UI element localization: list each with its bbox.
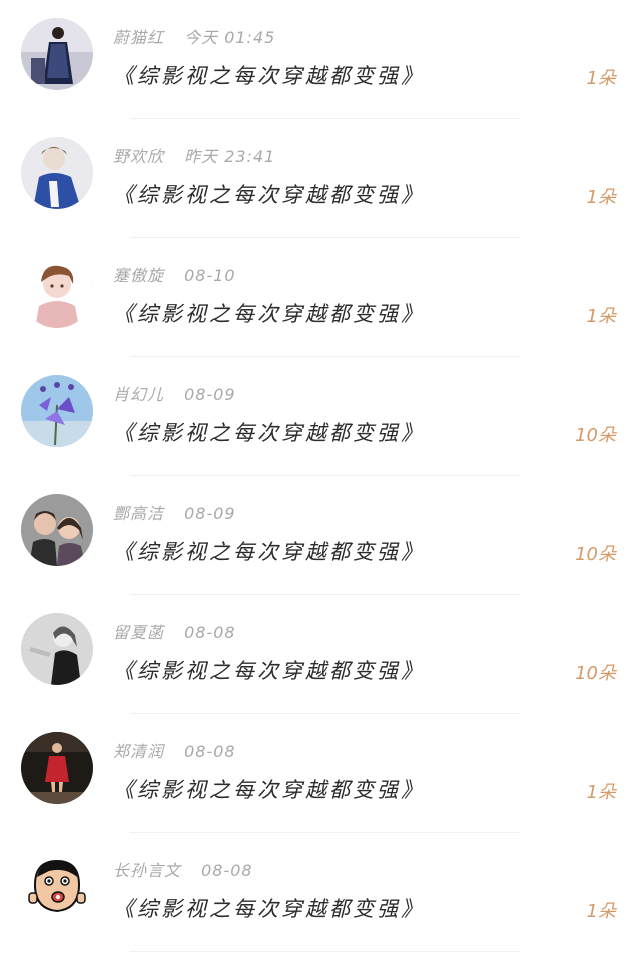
sender-name: 野欢欣 <box>113 147 165 166</box>
couple-selfie-avatar-icon <box>21 494 93 566</box>
list-item[interactable]: 长孙言文 08-08 《综影视之每次穿越都变强》 1朵 <box>0 833 640 952</box>
list-item[interactable]: 肖幻儿 08-09 《综影视之每次穿越都变强》 10朵 <box>0 357 640 476</box>
flower-count: 1朵 <box>586 68 616 89</box>
woman-red-dress-avatar-icon <box>21 732 93 804</box>
book-title: 《综影视之每次穿越都变强》 <box>113 183 425 207</box>
book-title: 《综影视之每次穿越都变强》 <box>113 540 425 564</box>
sender-name: 蔚猫红 <box>113 28 165 47</box>
flower-count: 1朵 <box>586 187 616 208</box>
book-title: 《综影视之每次穿越都变强》 <box>113 778 425 802</box>
book-title: 《综影视之每次穿越都变强》 <box>113 64 425 88</box>
avatar[interactable] <box>21 18 93 90</box>
sender-name: 郑清润 <box>113 742 165 761</box>
list-item[interactable]: 酆高洁 08-09 《综影视之每次穿越都变强》 10朵 <box>0 476 640 595</box>
message-meta: 野欢欣 昨天 23:41 <box>113 143 275 167</box>
message-time: 08-08 <box>184 623 236 642</box>
flower-count: 10朵 <box>575 544 616 565</box>
bw-woman-portrait-avatar-icon <box>21 613 93 685</box>
book-title: 《综影视之每次穿越都变强》 <box>113 302 425 326</box>
list-item[interactable]: 郑清润 08-08 《综影视之每次穿越都变强》 1朵 <box>0 714 640 833</box>
sender-name: 留夏菡 <box>113 623 165 642</box>
message-meta: 肖幻儿 08-09 <box>113 381 236 405</box>
list-item[interactable]: 野欢欣 昨天 23:41 《综影视之每次穿越都变强》 1朵 <box>0 119 640 238</box>
flower-count: 1朵 <box>586 782 616 803</box>
message-time: 今天 01:45 <box>184 28 276 47</box>
anime-boy-avatar-icon <box>21 256 93 328</box>
message-meta: 蔚猫红 今天 01:45 <box>113 24 275 48</box>
flower-count: 10朵 <box>575 663 616 684</box>
avatar[interactable] <box>21 851 93 923</box>
message-meta: 蹇傲旋 08-10 <box>113 262 236 286</box>
young-man-blue-outfit-avatar-icon <box>21 137 93 209</box>
message-meta: 长孙言文 08-08 <box>113 857 253 881</box>
message-meta: 留夏菡 08-08 <box>113 619 236 643</box>
flower-count: 10朵 <box>575 425 616 446</box>
sender-name: 肖幻儿 <box>113 385 165 404</box>
divider <box>130 951 520 952</box>
book-title: 《综影视之每次穿越都变强》 <box>113 897 425 921</box>
message-time: 08-10 <box>184 266 236 285</box>
avatar[interactable] <box>21 732 93 804</box>
message-time: 08-09 <box>184 504 236 523</box>
avatar[interactable] <box>21 494 93 566</box>
list-item[interactable]: 留夏菡 08-08 《综影视之每次穿越都变强》 10朵 <box>0 595 640 714</box>
message-list: 蔚猫红 今天 01:45 《综影视之每次穿越都变强》 1朵 野欢欣 昨天 23:… <box>0 0 640 953</box>
message-time: 08-09 <box>184 385 236 404</box>
message-time: 08-08 <box>201 861 253 880</box>
avatar[interactable] <box>21 375 93 447</box>
list-item[interactable]: 蔚猫红 今天 01:45 《综影视之每次穿越都变强》 1朵 <box>0 0 640 119</box>
woman-in-navy-dress-avatar-icon <box>21 18 93 90</box>
list-item[interactable]: 蹇傲旋 08-10 《综影视之每次穿越都变强》 1朵 <box>0 238 640 357</box>
purple-flowers-avatar-icon <box>21 375 93 447</box>
flower-count: 1朵 <box>586 306 616 327</box>
message-time: 08-08 <box>184 742 236 761</box>
sender-name: 蹇傲旋 <box>113 266 165 285</box>
book-title: 《综影视之每次穿越都变强》 <box>113 421 425 445</box>
sender-name: 长孙言文 <box>113 861 182 880</box>
avatar[interactable] <box>21 613 93 685</box>
message-meta: 郑清润 08-08 <box>113 738 236 762</box>
book-title: 《综影视之每次穿越都变强》 <box>113 659 425 683</box>
cartoon-boy-avatar-icon <box>21 851 93 923</box>
message-time: 昨天 23:41 <box>184 147 276 166</box>
message-meta: 酆高洁 08-09 <box>113 500 236 524</box>
avatar[interactable] <box>21 256 93 328</box>
avatar[interactable] <box>21 137 93 209</box>
flower-count: 1朵 <box>586 901 616 922</box>
sender-name: 酆高洁 <box>113 504 165 523</box>
